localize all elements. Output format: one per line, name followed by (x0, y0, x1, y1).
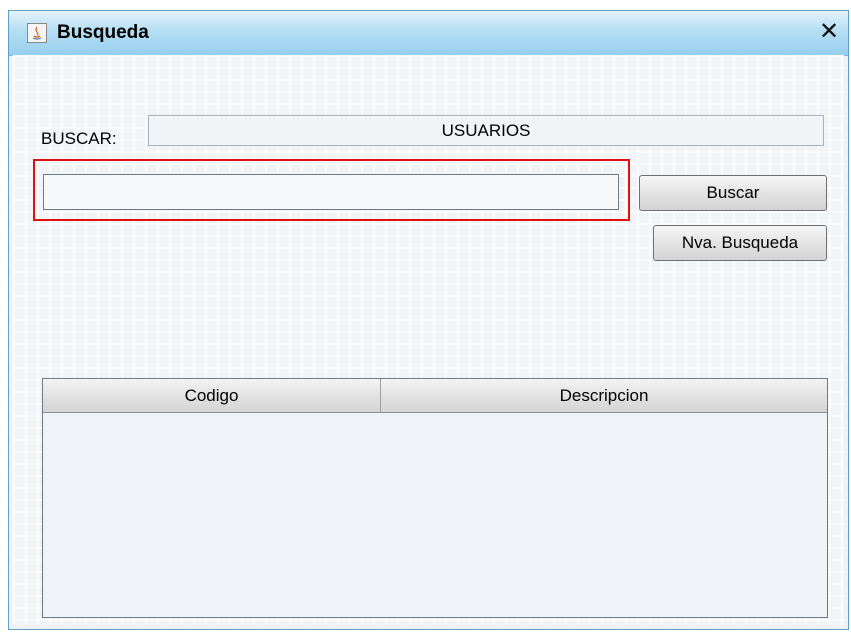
close-icon[interactable]: ✕ (816, 19, 842, 45)
search-input[interactable] (43, 174, 619, 210)
window-title: Busqueda (57, 22, 149, 43)
dialog-content: BUSCAR: USUARIOS Buscar Nva. Busqueda Co… (13, 55, 844, 625)
category-display: USUARIOS (148, 115, 824, 146)
column-header-codigo[interactable]: Codigo (43, 379, 381, 412)
java-app-icon (27, 23, 47, 43)
title-bar[interactable]: Busqueda ✕ (9, 11, 848, 56)
search-dialog: Busqueda ✕ BUSCAR: USUARIOS Buscar Nva. … (8, 10, 849, 630)
column-header-descripcion[interactable]: Descripcion (381, 379, 827, 412)
buscar-button[interactable]: Buscar (639, 175, 827, 211)
buscar-label: BUSCAR: (41, 129, 117, 148)
results-table: Codigo Descripcion (42, 378, 828, 618)
table-header: Codigo Descripcion (43, 379, 827, 413)
new-search-button[interactable]: Nva. Busqueda (653, 225, 827, 261)
table-body[interactable] (43, 413, 827, 617)
